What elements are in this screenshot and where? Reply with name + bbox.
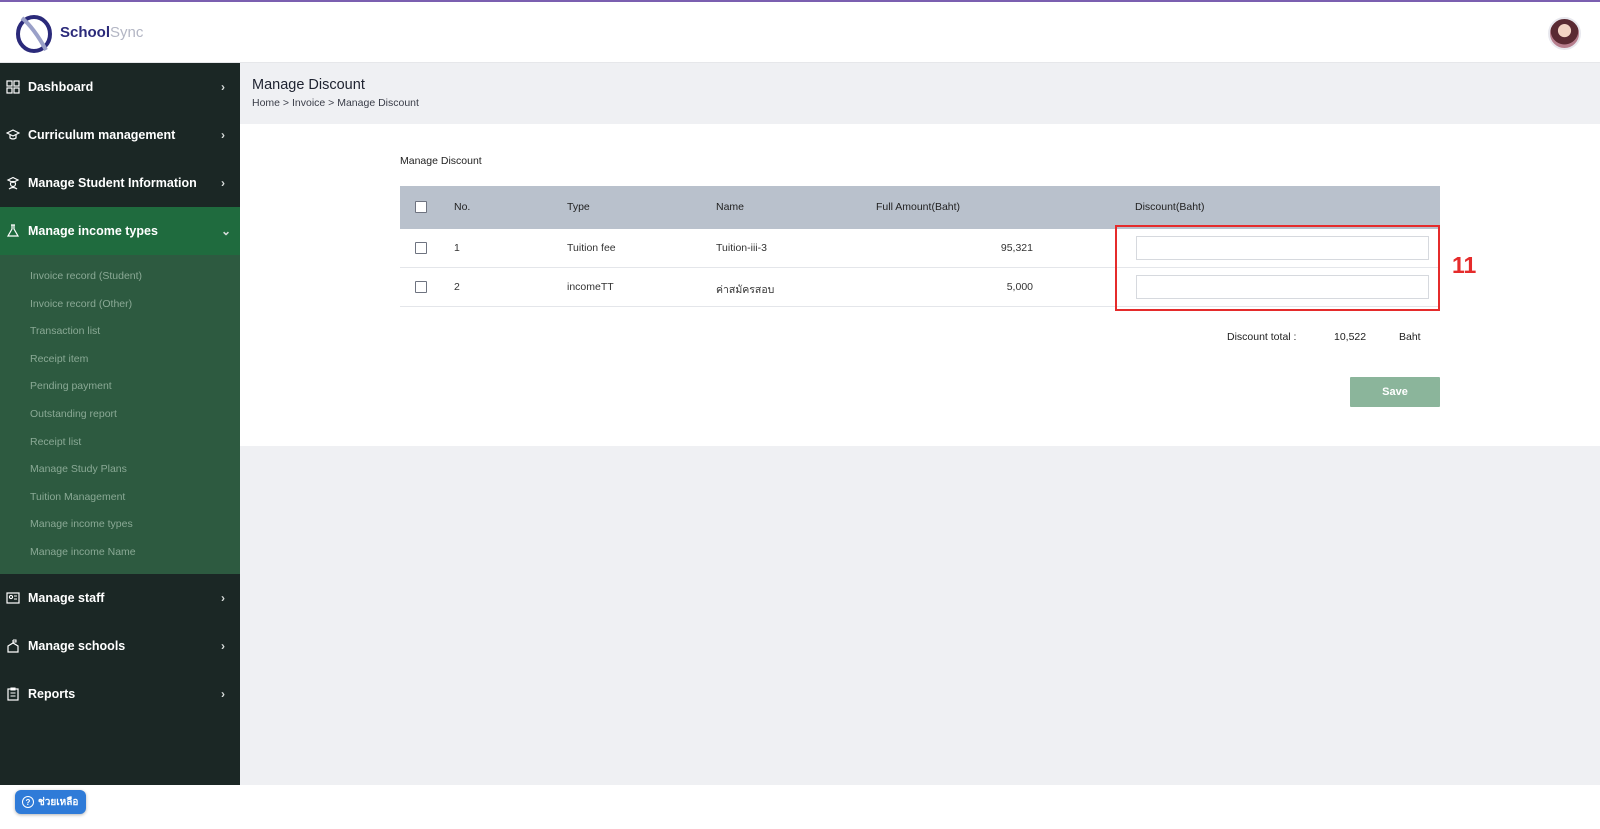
- user-avatar[interactable]: [1548, 17, 1581, 50]
- sidebar-item-reports[interactable]: Reports ›: [0, 670, 240, 718]
- breadcrumb: Home > Invoice > Manage Discount: [252, 97, 419, 109]
- save-button[interactable]: Save: [1350, 377, 1440, 407]
- row-checkbox[interactable]: [415, 242, 427, 254]
- select-all-checkbox[interactable]: [415, 201, 427, 213]
- cell-name: ค่าสมัครสอบ: [716, 284, 775, 296]
- sidebar-item-staff[interactable]: Manage staff ›: [0, 574, 240, 622]
- submenu-item[interactable]: Outstanding report: [30, 408, 117, 420]
- chevron-down-icon: ⌄: [221, 224, 232, 238]
- submenu-item[interactable]: Pending payment: [30, 380, 112, 392]
- submenu-item[interactable]: Invoice record (Other): [30, 298, 132, 310]
- question-icon: ?: [22, 796, 34, 808]
- cell-no: 2: [454, 281, 460, 293]
- page-title: Manage Discount: [252, 77, 365, 93]
- chevron-right-icon: ›: [221, 128, 225, 142]
- card-title: Manage Discount: [400, 155, 482, 167]
- submenu-item[interactable]: Transaction list: [30, 325, 100, 337]
- logo-mark-icon: [16, 15, 52, 53]
- cell-full-amount: 5,000: [1006, 281, 1033, 293]
- submenu-item[interactable]: Manage income types: [30, 518, 133, 530]
- sidebar-item-dashboard[interactable]: Dashboard ›: [0, 63, 240, 111]
- submenu-item[interactable]: Manage income Name: [30, 546, 136, 558]
- header-discount: Discount(Baht): [1135, 201, 1205, 213]
- sidebar-item-student-info[interactable]: Manage Student Information ›: [0, 159, 240, 207]
- student-icon: [6, 176, 20, 190]
- chevron-right-icon: ›: [221, 687, 225, 701]
- submenu-item[interactable]: Receipt list: [30, 436, 81, 448]
- row-checkbox[interactable]: [415, 281, 427, 293]
- top-header: SchoolSync: [0, 2, 1600, 63]
- flask-icon: [6, 224, 20, 238]
- bottom-strip: [0, 785, 1600, 829]
- header-full-amount: Full Amount(Baht): [876, 201, 961, 213]
- submenu-item[interactable]: Manage Study Plans: [30, 463, 127, 475]
- app-logo[interactable]: SchoolSync: [14, 10, 143, 54]
- header-no: No.: [454, 201, 471, 213]
- discount-total-unit: Baht: [1399, 331, 1421, 343]
- cell-type: Tuition fee: [567, 242, 616, 254]
- header-type: Type: [567, 201, 590, 213]
- discount-total-value: 10,522: [1334, 331, 1367, 343]
- app-name: SchoolSync: [60, 23, 144, 41]
- sidebar: Dashboard › Curriculum management › Mana…: [0, 63, 240, 785]
- income-submenu: Invoice record (Student) Invoice record …: [0, 255, 240, 574]
- sidebar-item-curriculum[interactable]: Curriculum management ›: [0, 111, 240, 159]
- staff-id-icon: [6, 591, 20, 605]
- sidebar-item-schools[interactable]: Manage schools ›: [0, 622, 240, 670]
- clipboard-icon: [6, 687, 20, 701]
- help-button[interactable]: ? ช่วยเหลือ: [15, 790, 86, 814]
- annotation-highlight-box: [1115, 225, 1440, 311]
- discount-total-label: Discount total :: [1227, 331, 1297, 343]
- sidebar-item-income-types[interactable]: Manage income types ⌄: [0, 207, 240, 255]
- cell-name: Tuition-iii-3: [716, 242, 767, 254]
- table-header: No. Type Name Full Amount(Baht) Discount…: [400, 186, 1440, 229]
- annotation-step-number: 11: [1452, 252, 1477, 278]
- chevron-right-icon: ›: [221, 639, 225, 653]
- chevron-right-icon: ›: [221, 176, 225, 190]
- cell-type: incomeTT: [567, 281, 614, 293]
- school-icon: [6, 639, 20, 653]
- chevron-right-icon: ›: [221, 80, 225, 94]
- submenu-item[interactable]: Tuition Management: [30, 491, 125, 503]
- cell-full-amount: 95,321: [1000, 242, 1033, 254]
- submenu-item[interactable]: Invoice record (Student): [30, 270, 142, 282]
- submenu-item[interactable]: Receipt item: [30, 353, 88, 365]
- chevron-right-icon: ›: [221, 591, 225, 605]
- dashboard-icon: [6, 80, 20, 94]
- cell-no: 1: [454, 242, 460, 254]
- help-label: ช่วยเหลือ: [38, 796, 79, 808]
- header-name: Name: [716, 201, 745, 213]
- graduation-cap-icon: [5, 128, 21, 142]
